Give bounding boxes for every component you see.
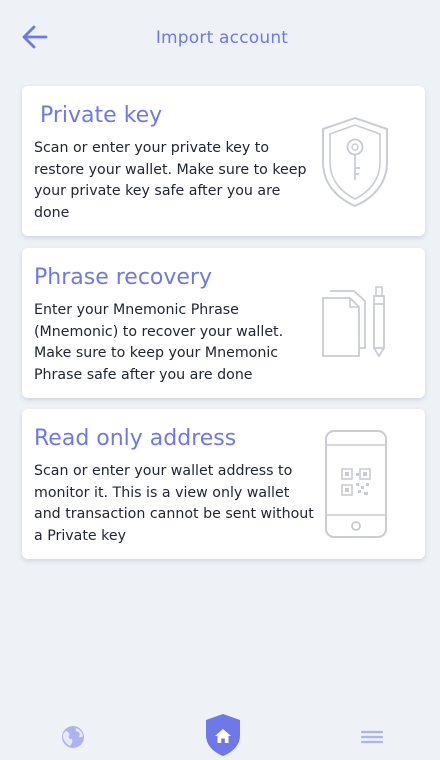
card-description: Scan or enter your private key to restor… xyxy=(34,140,307,221)
home-shield-icon xyxy=(206,714,240,756)
phone-qr-icon xyxy=(325,430,387,538)
private-key-card[interactable]: Private key Scan or enter your private k… xyxy=(22,86,425,236)
header: Import account xyxy=(0,0,440,76)
menu-icon xyxy=(360,730,384,744)
documents-pen-icon xyxy=(322,286,385,358)
page-title: Import account xyxy=(155,28,289,48)
nav-explore-button[interactable] xyxy=(61,725,85,749)
globe-icon xyxy=(62,726,84,748)
card-description: Enter your Mnemonic Phrase (Mnemonic) to… xyxy=(34,302,284,383)
read-only-address-card[interactable]: Read only address Scan or enter your wal… xyxy=(22,409,425,559)
bottom-nav xyxy=(0,705,440,760)
phrase-recovery-card[interactable]: Phrase recovery Enter your Mnemonic Phra… xyxy=(22,248,425,398)
shield-key-icon xyxy=(322,116,388,208)
card-title: Private key xyxy=(40,103,163,128)
nav-home-button[interactable] xyxy=(204,713,242,757)
card-title: Phrase recovery xyxy=(34,265,212,290)
nav-menu-button[interactable] xyxy=(360,727,384,747)
card-title: Read only address xyxy=(34,426,237,451)
card-description: Scan or enter your wallet address to mon… xyxy=(34,463,314,544)
